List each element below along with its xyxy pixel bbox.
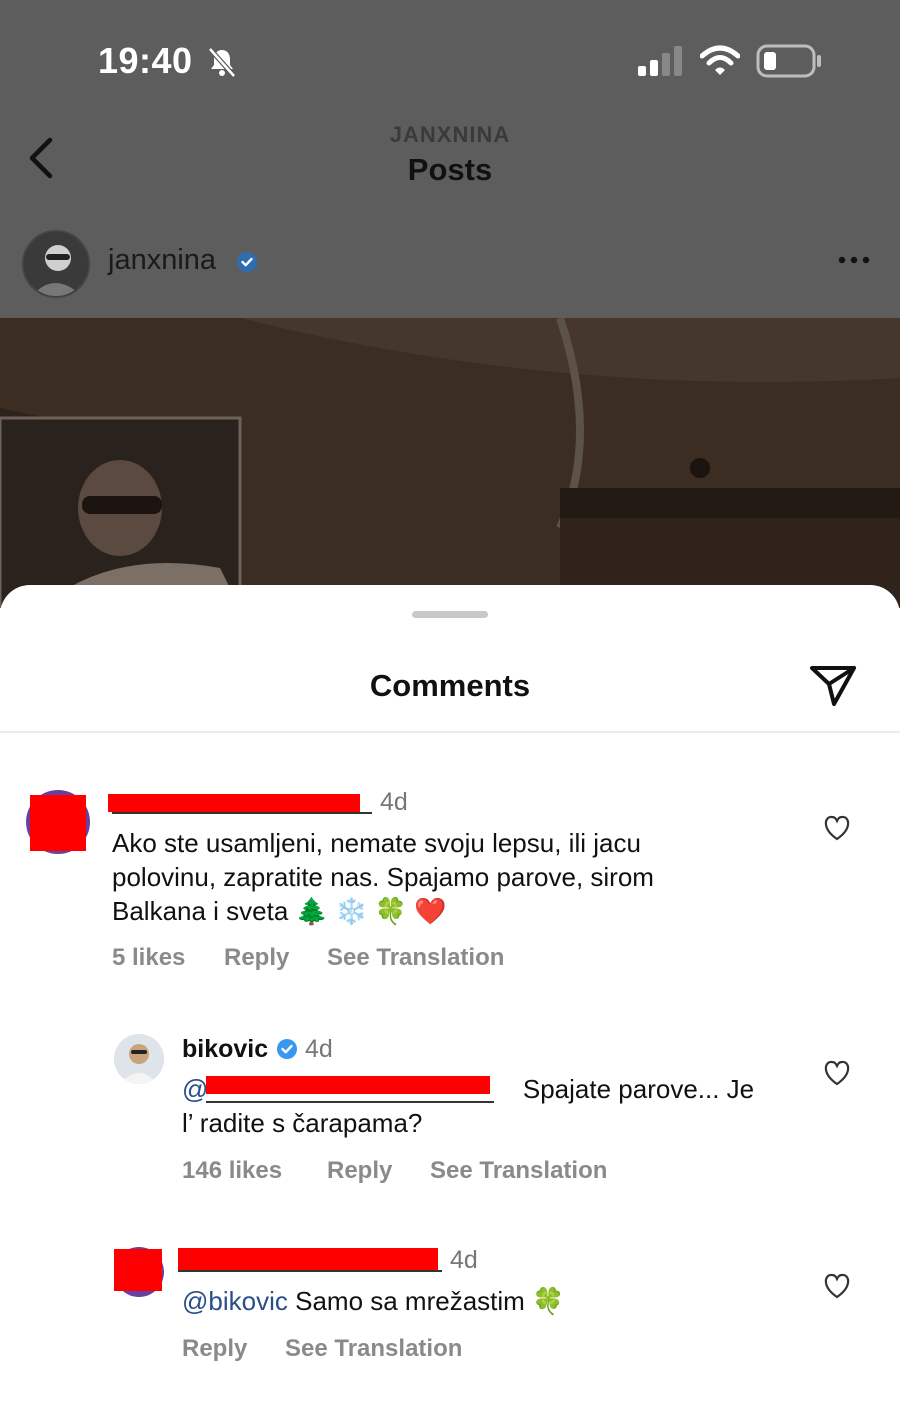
heart-emoji: ❤️ (414, 896, 447, 926)
heart-icon[interactable] (823, 1273, 851, 1299)
mention-link[interactable]: @ (182, 1074, 208, 1104)
redaction-box (30, 795, 86, 851)
redaction-box (178, 1248, 438, 1270)
reply-button[interactable]: Reply (327, 1157, 392, 1185)
avatar[interactable] (114, 1034, 164, 1084)
reply-button[interactable]: Reply (182, 1335, 247, 1363)
verified-badge-icon (277, 1039, 297, 1059)
clover-emoji: 🍀 (532, 1286, 565, 1316)
heart-icon[interactable] (823, 815, 851, 841)
username-underline (206, 1101, 494, 1103)
snowflake-emoji: ❄️ (335, 896, 368, 926)
comment-text-line: Balkana i sveta 🌲 ❄️ 🍀 ❤️ (112, 894, 802, 928)
comment-text: Ako ste usamljeni, nemate svoju lepsu, i… (112, 826, 802, 928)
redaction-box (206, 1076, 490, 1094)
bell-slash-icon (208, 47, 236, 78)
comment-username[interactable]: bikovic (182, 1035, 268, 1064)
see-translation-button[interactable]: See Translation (327, 944, 504, 972)
page-title: Posts (407, 152, 493, 187)
status-bar: 19:40 (0, 0, 900, 110)
sheet-drag-handle[interactable] (412, 611, 488, 618)
likes-count[interactable]: 146 likes (182, 1157, 282, 1185)
mention-link[interactable]: @bikovic (182, 1286, 288, 1316)
divider (0, 731, 900, 733)
wifi-icon (700, 45, 740, 75)
comment-text-fragment: Balkana i sveta (112, 896, 289, 926)
see-translation-button[interactable]: See Translation (285, 1335, 462, 1363)
redaction-box (114, 1249, 162, 1291)
username-underline (178, 1270, 442, 1272)
comment-text-line: polovinu, zapratite nas. Spajamo parove,… (112, 862, 654, 892)
comment-text-fragment: Spajate parove... Je (522, 1074, 755, 1104)
comments-title: Comments (369, 668, 531, 703)
comment-time: 4d (380, 788, 408, 816)
status-time: 19:40 (98, 40, 193, 81)
heart-icon[interactable] (823, 1060, 851, 1086)
redaction-box (108, 794, 360, 812)
comment-text-fragment: Samo sa mrežastim (295, 1286, 525, 1316)
post-photo (0, 318, 900, 608)
see-translation-button[interactable]: See Translation (430, 1157, 607, 1185)
comment-text-line: Ako ste usamljeni, nemate svoju lepsu, i… (112, 828, 641, 858)
reply-button[interactable]: Reply (224, 944, 289, 972)
battery-icon (756, 44, 821, 78)
share-icon[interactable] (808, 662, 858, 708)
comment-time: 4d (305, 1035, 333, 1063)
comment-text: @bikovic Samo sa mrežastim 🍀 (182, 1284, 802, 1318)
more-options-icon[interactable] (836, 250, 876, 270)
signal-icon (638, 46, 682, 76)
verified-badge-icon (237, 252, 257, 272)
username-underline (112, 812, 372, 814)
post-username[interactable]: janxnina (108, 244, 216, 277)
comment-text-line: l’ radite s čarapama? (182, 1108, 423, 1138)
likes-count[interactable]: 5 likes (112, 944, 185, 972)
avatar[interactable] (22, 230, 90, 298)
tree-emoji: 🌲 (295, 896, 328, 926)
header-subtitle: JANXNINA (389, 122, 511, 147)
comment-time: 4d (450, 1246, 478, 1274)
clover-emoji: 🍀 (374, 896, 408, 926)
